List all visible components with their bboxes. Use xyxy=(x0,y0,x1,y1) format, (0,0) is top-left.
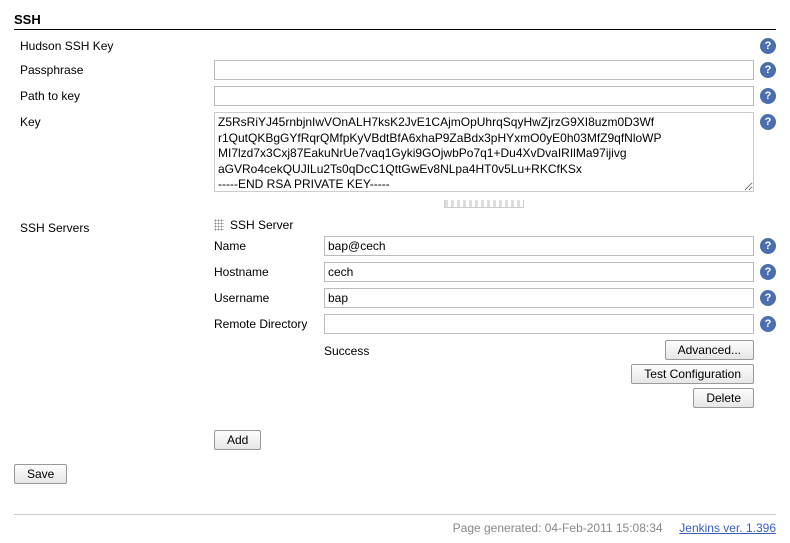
add-button[interactable]: Add xyxy=(214,430,261,450)
server-hostname-label: Hostname xyxy=(214,262,324,279)
server-name-label: Name xyxy=(214,236,324,253)
server-username-input[interactable] xyxy=(324,288,754,308)
path-to-key-input[interactable] xyxy=(214,86,754,106)
server-hostname-input[interactable] xyxy=(324,262,754,282)
help-icon[interactable]: ? xyxy=(760,290,776,306)
page-generated: Page generated: 04-Feb-2011 15:08:34 xyxy=(453,521,663,535)
help-icon[interactable]: ? xyxy=(760,316,776,332)
jenkins-version-link[interactable]: Jenkins ver. 1.396 xyxy=(679,521,776,535)
drag-handle-icon[interactable] xyxy=(214,219,224,231)
key-textarea[interactable] xyxy=(214,112,754,192)
server-name-input[interactable] xyxy=(324,236,754,256)
help-icon[interactable]: ? xyxy=(760,38,776,54)
passphrase-label: Passphrase xyxy=(14,60,214,77)
section-title: SSH xyxy=(14,12,776,30)
delete-button[interactable]: Delete xyxy=(693,388,754,408)
help-icon[interactable]: ? xyxy=(760,264,776,280)
path-to-key-label: Path to key xyxy=(14,86,214,103)
server-remotedir-input[interactable] xyxy=(324,314,754,334)
status-text: Success xyxy=(324,340,631,408)
ssh-servers-label: SSH Servers xyxy=(14,218,214,235)
help-icon[interactable]: ? xyxy=(760,88,776,104)
help-icon[interactable]: ? xyxy=(760,238,776,254)
passphrase-input[interactable] xyxy=(214,60,754,80)
advanced-button[interactable]: Advanced... xyxy=(665,340,754,360)
save-button[interactable]: Save xyxy=(14,464,67,484)
ssh-server-header: SSH Server xyxy=(230,218,293,232)
footer: Page generated: 04-Feb-2011 15:08:34 Jen… xyxy=(14,514,776,535)
server-remotedir-label: Remote Directory xyxy=(214,314,324,331)
help-icon[interactable]: ? xyxy=(760,114,776,130)
resize-handle[interactable] xyxy=(444,200,524,208)
key-label: Key xyxy=(14,112,214,129)
test-configuration-button[interactable]: Test Configuration xyxy=(631,364,754,384)
server-username-label: Username xyxy=(214,288,324,305)
help-icon[interactable]: ? xyxy=(760,62,776,78)
hudson-ssh-key-label: Hudson SSH Key xyxy=(14,36,214,53)
